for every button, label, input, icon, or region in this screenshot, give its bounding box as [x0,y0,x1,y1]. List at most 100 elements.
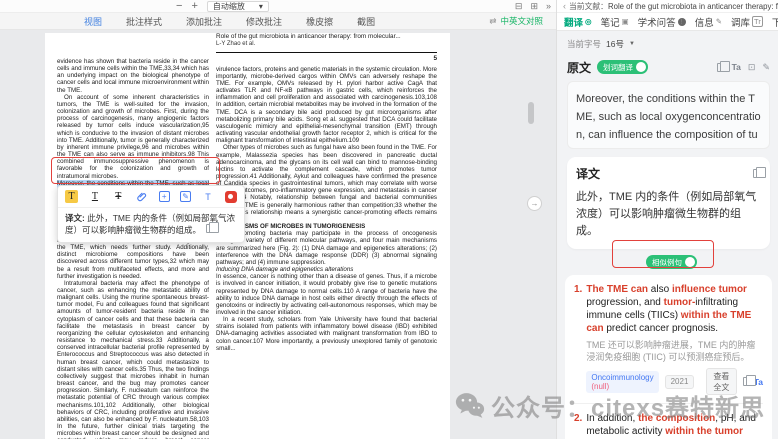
pages-icon[interactable]: ⊞ [530,1,538,12]
source-text-card[interactable]: Moreover, the conditions within the TME,… [567,81,770,149]
toggle-knob [685,257,695,267]
pdf-paragraph: virulence factors, proteins and genetic … [216,65,437,145]
zoom-mode-select[interactable]: 自动缩放 ▾ [206,0,269,12]
tab-download[interactable]: 下载 ⇩ [772,15,778,29]
source-header-row: 原文 划词翻译 Ta ⊡ ✎ [567,59,770,75]
translation-panel: ‹ 当前文献： Role of the gut microbiota in an… [557,0,778,439]
popup-translation-label: 译文: [65,213,85,223]
copy-icon[interactable] [753,167,766,178]
tab-library[interactable]: 调库 Tr [731,15,763,29]
tab-translate[interactable]: 翻译 ◎ [564,15,592,29]
popup-translation: 译文: 此外，TME 内的条件（例如局部氧气浓度）可以影响肿瘤微生物群的组成。 [58,208,244,242]
bilingual-compare-button[interactable]: ⇄ 中英文对照 [489,15,543,27]
tab-view[interactable]: 视图 [84,15,102,28]
copy-icon[interactable] [716,60,730,72]
link-icon[interactable] [135,190,148,203]
qa-icon: ! [677,17,686,26]
selection-popup: T T Ŧ + ✎ T 译文: 此外，TME 内的条件（例如局部氧气浓度）可以影… [57,185,245,243]
strikethrough-icon[interactable]: Ŧ [112,190,125,203]
highlight-icon[interactable]: T [65,190,78,203]
pdf-subsection-heading: Inducing DNA damage and epigenetics alte… [216,266,354,274]
notes-icon: ▣ [621,17,629,26]
similar-sentence-toggle[interactable]: 相似例句 [646,255,697,269]
translate-icon[interactable]: T [202,190,215,203]
library-icon: Tr [752,16,763,27]
pdf-paragraph: evidence has shown that bacteria reside … [57,58,209,94]
toggle-knob [636,62,647,72]
report-icon[interactable]: ⊡ [748,62,756,73]
pdf-paragraph: Other types of microbes such as fungal h… [216,144,437,223]
add-note-icon[interactable]: + [158,191,170,202]
pronounce-icon[interactable]: Ta [732,62,741,72]
translate-tab-icon: ◎ [585,17,592,26]
pdf-paragraph: Intratumoral bacteria may affect the phe… [57,279,209,439]
source-label: 原文 [567,60,592,75]
tab-edit-annotation[interactable]: 修改批注 [246,15,282,28]
more-tools-icon[interactable]: » [546,1,551,11]
pdf-paragraph: On account of some inherent characterist… [57,93,209,180]
zoom-out-button[interactable]: − [176,1,182,12]
current-doc-label: 当前文献： [569,1,608,11]
panel-collapse-handle[interactable]: → [527,196,542,211]
example-meta-row: Oncoimmunology (null) 2021 查看全文 Ta [586,368,763,395]
font-size-label: 当前字号 [567,39,602,49]
pdf-paragraph: In essence, cancer is nothing other than… [216,273,437,316]
close-icon[interactable] [224,190,237,203]
example-sentences-card: 1. The TME can also influence tumor prog… [565,275,772,439]
similar-sentence-row: 相似例句 [567,249,770,275]
zoom-mode-value: 自动缩放 [212,1,245,11]
chevron-down-icon: ▾ [258,1,263,11]
edit-note-icon[interactable]: ✎ [180,191,192,202]
word-translate-toggle[interactable]: 划词翻译 [597,60,649,74]
divider [574,403,763,404]
font-size-row: 当前字号 16号 ▼ [567,37,770,51]
pdf-paragraph: Cancer-promoting bacteria may participat… [216,230,437,266]
example-item: 1. The TME can also influence tumor prog… [574,283,763,395]
tab-notes[interactable]: 笔记 ▣ [601,15,629,29]
tab-info[interactable]: 信息 ✎ [695,15,722,29]
tab-annotation-style[interactable]: 批注样式 [126,15,162,28]
pdf-paragraph: In a recent study, scholars from Yale Un… [216,316,437,352]
edit-icon[interactable]: ✎ [762,62,770,73]
pdf-running-title: Role of the gut microbiota in anticancer… [216,33,401,40]
back-icon[interactable]: ‹ [563,1,566,11]
copy-icon[interactable] [206,222,220,233]
underline-icon[interactable]: T [88,190,101,203]
viewer-topbar: − + 自动缩放 ▾ ⊟ ⊞ » [0,0,557,13]
view-full-text-button[interactable]: 查看全文 [706,368,737,395]
pdf-page-number: 5 [433,54,437,62]
annotation-tabs: 视图 批注样式 添加批注 修改批注 橡皮擦 截图 [84,15,375,28]
app-root: − + 自动缩放 ▾ ⊟ ⊞ » 视图 批注样式 添加批注 修改批注 橡皮擦 截… [0,0,778,439]
font-size-value[interactable]: 16号 [606,38,624,50]
pdf-scrollbar-thumb[interactable] [528,102,534,124]
pdf-header-rule [216,51,437,53]
target-text: 此外，TME 内的条件（例如局部氧气浓度）可以影响肿瘤微生物群的组成。 [576,191,757,237]
source-actions: Ta ⊡ ✎ [716,60,770,73]
panel-body: 当前字号 16号 ▼ 原文 划词翻译 Ta ⊡ ✎ Moreover, the … [557,31,778,439]
tab-add-annotation[interactable]: 添加批注 [186,15,222,28]
compare-label: 中英文对照 [500,16,543,26]
viewer-top-icons: ⊟ ⊞ » [515,1,551,12]
tab-eraser[interactable]: 橡皮擦 [306,15,333,28]
panel-tabs: 翻译 ◎ 笔记 ▣ 学术问答 ! 信息 ✎ 调库 Tr 下载 ⇩ [557,13,778,31]
pdf-section-heading: MECHANISMS OF MICROBES IN TUMORIGENESIS [216,223,366,231]
tab-academic-qa[interactable]: 学术问答 ! [638,15,686,29]
example-english: In addition, the composition, pH, and me… [586,413,756,437]
panel-header: ‹ 当前文献： Role of the gut microbiota in an… [557,0,778,13]
tab-screenshot[interactable]: 截图 [357,15,375,28]
pdf-running-author: L-Y Zhao et al. [216,40,256,47]
zoom-in-button[interactable]: + [191,1,197,12]
example-english: The TME can also influence tumor progres… [586,284,752,334]
compare-icon: ⇄ [489,15,497,26]
target-header-row: 译文 [576,165,766,182]
example-item: 2. In addition, the composition, pH, and… [574,412,763,439]
copy-icon[interactable] [742,375,756,386]
annotation-toolbar: 视图 批注样式 添加批注 修改批注 橡皮擦 截图 ⇄ 中英文对照 [0,13,557,30]
example-chinese: TME 还可以影响肿瘤进展，TME 内的肿瘤浸润免疫细胞 (TIIC) 可以预测… [586,340,756,362]
info-icon: ✎ [715,17,722,26]
target-card: 译文 此外，TME 内的条件（例如局部氧气浓度）可以影响肿瘤微生物群的组成。 [567,157,770,249]
journal-badge: Oncoimmunology (null) [586,370,659,393]
current-doc-title: Role of the gut microbiota in anticancer… [607,1,778,11]
impact-factor: (null) [591,381,610,391]
printer-icon[interactable]: ⊟ [515,1,523,12]
